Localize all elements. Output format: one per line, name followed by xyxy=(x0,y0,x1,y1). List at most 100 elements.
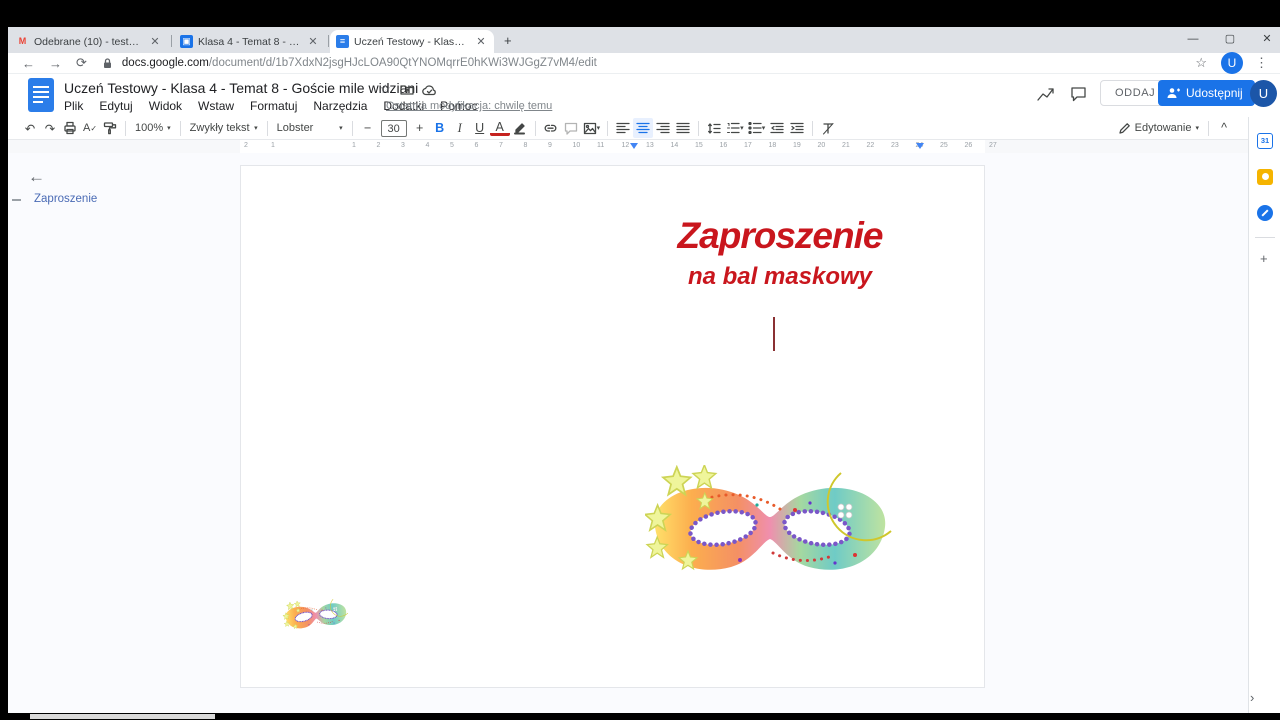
close-icon[interactable]: ✕ xyxy=(306,35,320,48)
comment-icon[interactable] xyxy=(1070,86,1087,103)
side-panel-collapse-chevron[interactable]: › xyxy=(1250,690,1254,705)
increase-indent-icon[interactable] xyxy=(787,118,807,138)
highlight-color-button[interactable] xyxy=(510,118,530,138)
close-icon[interactable]: ✕ xyxy=(474,35,488,48)
close-icon[interactable]: ✕ xyxy=(148,35,162,48)
line-spacing-icon[interactable] xyxy=(704,118,724,138)
text-cursor xyxy=(773,317,775,351)
keep-icon[interactable] xyxy=(1257,169,1273,185)
bookmark-star-icon[interactable]: ☆ xyxy=(1195,55,1207,71)
outline-back-arrow-icon[interactable]: ← xyxy=(28,167,45,187)
document-title[interactable]: Uczeń Testowy - Klasa 4 - Temat 8 - Gośc… xyxy=(64,80,418,96)
cloud-saved-icon[interactable] xyxy=(422,85,437,96)
browser-address-bar: ← → ⟳ docs.google.com/document/d/1b7XdxN… xyxy=(8,53,1280,74)
bold-button[interactable]: B xyxy=(430,118,450,138)
menu-item-0[interactable]: Plik xyxy=(64,99,83,113)
numbered-list-icon[interactable]: ▾ xyxy=(724,118,746,138)
redo-icon[interactable]: ↷ xyxy=(40,118,60,138)
browser-menu-icon[interactable]: ⋮ xyxy=(1255,55,1268,71)
window-minimize-button[interactable]: — xyxy=(1178,29,1208,49)
zoom-select[interactable]: 100%▾ xyxy=(131,122,175,134)
align-left-icon[interactable] xyxy=(613,118,633,138)
document-text-block[interactable]: Zaproszenie na bal maskowy xyxy=(500,215,1060,291)
ruler-number: 10 xyxy=(573,142,581,149)
outline-collapse-dash[interactable] xyxy=(12,199,21,201)
browser-profile-avatar[interactable]: U xyxy=(1221,52,1243,74)
reload-icon[interactable]: ⟳ xyxy=(76,55,87,71)
calendar-icon[interactable]: 31 xyxy=(1257,133,1273,149)
carnival-mask-image[interactable] xyxy=(645,465,895,590)
menu-item-5[interactable]: Narzędzia xyxy=(313,99,367,113)
horizontal-ruler[interactable]: 2112345678910111213141516171819202122232… xyxy=(8,140,1248,153)
chevron-down-icon: ▾ xyxy=(254,124,258,132)
add-comment-icon[interactable] xyxy=(561,118,581,138)
font-size-decrease[interactable]: − xyxy=(358,118,378,138)
bulleted-list-icon[interactable]: ▾ xyxy=(746,118,768,138)
ruler-number: 3 xyxy=(401,142,405,149)
new-tab-button[interactable]: + xyxy=(504,33,512,48)
ruler-number: 16 xyxy=(720,142,728,149)
get-addons-button[interactable]: + xyxy=(1260,251,1268,266)
justify-icon[interactable] xyxy=(673,118,693,138)
outline-item-zaproszenie[interactable]: Zaproszenie xyxy=(34,193,97,205)
chevron-down-icon: ▾ xyxy=(1195,124,1199,132)
hide-menus-button[interactable]: ^ xyxy=(1214,118,1234,138)
paint-format-icon[interactable] xyxy=(100,118,120,138)
menu-item-1[interactable]: Edytuj xyxy=(99,99,132,113)
docs-profile-avatar[interactable]: U xyxy=(1250,80,1277,107)
text-color-button[interactable]: A xyxy=(490,120,510,136)
ruler-number: 2 xyxy=(244,142,248,149)
font-size-increase[interactable]: + xyxy=(410,118,430,138)
paragraph-style-select[interactable]: Zwykły tekst▾ xyxy=(186,122,262,134)
tab-docs-active[interactable]: ≡ Uczeń Testowy - Klasa 4 - Temat ✕ xyxy=(330,30,494,53)
url-text[interactable]: docs.google.com/document/d/1b7XdxN2jsgHJ… xyxy=(122,57,1195,69)
insert-link-icon[interactable] xyxy=(541,118,561,138)
ruler-number: 18 xyxy=(769,142,777,149)
menu-item-3[interactable]: Wstaw xyxy=(198,99,234,113)
google-side-panel: 31 + xyxy=(1248,117,1280,713)
ruler-number: 5 xyxy=(450,142,454,149)
chevron-down-icon: ▾ xyxy=(762,124,766,132)
ruler-number: 1 xyxy=(271,142,275,149)
underline-button[interactable]: U xyxy=(470,118,490,138)
doc-subheading[interactable]: na bal maskowy xyxy=(500,263,1060,291)
last-edit-link[interactable]: Ostatnia modyfikacja: chwilę temu xyxy=(386,100,552,112)
tab-title: Uczeń Testowy - Klasa 4 - Temat xyxy=(354,36,469,48)
carnival-mask-image-small[interactable] xyxy=(281,596,350,636)
decrease-indent-icon[interactable] xyxy=(767,118,787,138)
forward-icon[interactable]: → xyxy=(49,56,62,71)
ruler-number: 25 xyxy=(940,142,948,149)
menu-item-4[interactable]: Formatuj xyxy=(250,99,297,113)
align-right-icon[interactable] xyxy=(653,118,673,138)
align-center-icon[interactable] xyxy=(633,118,653,138)
insert-image-icon[interactable]: ▾ xyxy=(581,118,603,138)
font-select[interactable]: Lobster▾ xyxy=(273,122,347,134)
star-icon[interactable]: ☆ xyxy=(380,82,391,96)
indent-marker[interactable] xyxy=(630,143,638,149)
menu-item-2[interactable]: Widok xyxy=(149,99,182,113)
move-folder-icon[interactable] xyxy=(400,84,414,96)
ruler-number: 26 xyxy=(965,142,973,149)
tasks-icon[interactable] xyxy=(1257,205,1273,221)
window-close-button[interactable]: ✕ xyxy=(1252,29,1280,49)
print-icon[interactable] xyxy=(60,118,80,138)
ruler-number: 13 xyxy=(646,142,654,149)
doc-heading[interactable]: Zaproszenie xyxy=(500,215,1060,257)
chevron-down-icon: ▾ xyxy=(339,124,343,132)
window-maximize-button[interactable]: ▢ xyxy=(1215,29,1245,49)
stats-icon[interactable] xyxy=(1036,86,1055,103)
italic-button[interactable]: I xyxy=(450,118,470,138)
person-add-icon xyxy=(1166,87,1180,99)
spellcheck-icon[interactable]: A✓ xyxy=(80,118,100,138)
editing-mode-select[interactable]: Edytowanie▾ xyxy=(1114,122,1203,135)
undo-icon[interactable]: ↶ xyxy=(20,118,40,138)
share-button[interactable]: Udostępnij xyxy=(1158,80,1255,106)
indent-marker[interactable] xyxy=(916,143,924,149)
ruler-number: 14 xyxy=(671,142,679,149)
gmail-icon: M xyxy=(16,35,29,48)
clear-formatting-icon[interactable] xyxy=(818,118,838,138)
back-icon[interactable]: ← xyxy=(22,56,35,71)
tab-classroom[interactable]: ▣ Klasa 4 - Temat 8 - Goście mile w ✕ xyxy=(174,30,326,53)
tab-gmail[interactable]: M Odebrane (10) - testowy.uczen@ ✕ xyxy=(10,30,168,53)
font-size-input[interactable]: 30 xyxy=(381,120,407,137)
